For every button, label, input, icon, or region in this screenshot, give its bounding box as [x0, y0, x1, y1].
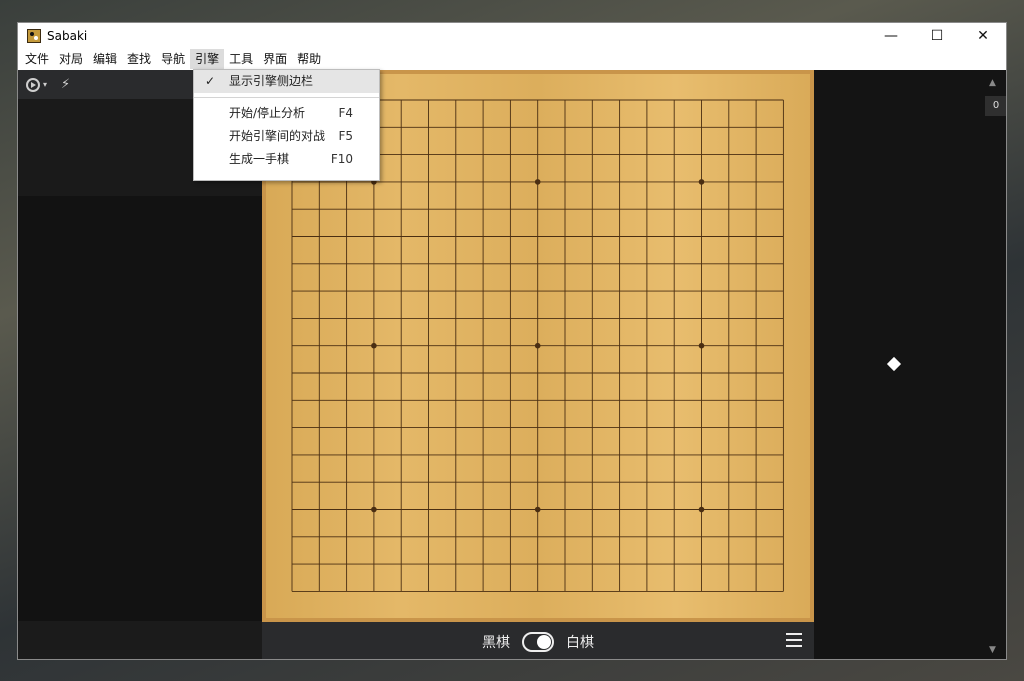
title-bar[interactable]: Sabaki — ☐ ✕	[18, 23, 1006, 49]
star-point	[698, 342, 705, 349]
window-title: Sabaki	[47, 29, 88, 43]
menu-navigation[interactable]: 导航	[156, 49, 190, 69]
star-point	[371, 506, 377, 513]
menu-file[interactable]: 文件	[20, 49, 54, 69]
hamburger-menu-icon[interactable]	[786, 633, 802, 647]
player-toggle-switch[interactable]	[522, 631, 554, 652]
current-node-diamond-icon[interactable]	[886, 356, 902, 372]
menu-item-shortcut: F5	[338, 129, 353, 143]
menu-find[interactable]: 查找	[122, 49, 156, 69]
scroll-up-icon[interactable]: ▲	[989, 78, 996, 88]
menu-edit[interactable]: 编辑	[88, 49, 122, 69]
menu-item-show-engine-sidebar[interactable]: ✓ 显示引擎侧边栏	[194, 70, 379, 93]
star-point	[534, 342, 541, 349]
app-window: Sabaki — ☐ ✕ 文件 对局 编辑 查找 导航 引擎 工具 界面 帮助 …	[17, 22, 1007, 660]
white-player-label: 白棋	[566, 634, 594, 651]
star-point	[698, 179, 705, 185]
game-graph-panel: ▲ 0 ▼	[814, 70, 1006, 659]
menu-item-engine-vs-engine[interactable]: 开始引擎间的对战 F5	[194, 125, 379, 148]
lightning-icon[interactable]: ⚡	[61, 77, 70, 92]
menu-item-label: 开始/停止分析	[229, 106, 306, 120]
chevron-down-icon[interactable]: ▾	[43, 80, 47, 89]
black-player-label: 黑棋	[482, 634, 510, 651]
menu-item-label: 开始引擎间的对战	[229, 129, 326, 143]
star-point	[534, 179, 541, 185]
star-point	[698, 506, 705, 513]
engines-dropdown-menu: ✓ 显示引擎侧边栏 开始/停止分析 F4 开始引擎间的对战 F5 生成一手棋 F…	[193, 69, 380, 181]
menu-tools[interactable]: 工具	[224, 49, 258, 69]
move-number-badge: 0	[985, 96, 1006, 116]
window-controls: — ☐ ✕	[868, 23, 1006, 49]
menu-view[interactable]: 界面	[258, 49, 292, 69]
menu-help[interactable]: 帮助	[292, 49, 326, 69]
scroll-down-icon[interactable]: ▼	[989, 645, 996, 655]
play-circle-icon[interactable]	[26, 77, 40, 92]
star-point	[371, 342, 377, 349]
menu-item-toggle-analysis[interactable]: 开始/停止分析 F4	[194, 102, 379, 125]
minimize-button[interactable]: —	[868, 23, 914, 49]
close-button[interactable]: ✕	[960, 23, 1006, 49]
menu-game[interactable]: 对局	[54, 49, 88, 69]
engine-console-input[interactable]	[18, 621, 262, 659]
maximize-button[interactable]: ☐	[914, 23, 960, 49]
checkmark-icon: ✓	[205, 74, 216, 88]
sabaki-logo-icon	[27, 29, 41, 43]
menu-bar: 文件 对局 编辑 查找 导航 引擎 工具 界面 帮助	[18, 49, 1006, 69]
menu-item-shortcut: F10	[330, 152, 353, 166]
player-bar: 黑棋 白棋	[262, 622, 814, 659]
menu-engines[interactable]: 引擎	[190, 49, 225, 69]
star-point	[534, 506, 541, 513]
menu-item-label: 显示引擎侧边栏	[229, 74, 314, 88]
menu-item-generate-move[interactable]: 生成一手棋 F10	[194, 148, 379, 171]
menu-item-label: 生成一手棋	[229, 152, 290, 166]
main-content: ▾ ⚡ 黑棋 白棋 ▲ 0 ▼	[18, 70, 1006, 659]
menu-item-shortcut: F4	[338, 106, 353, 120]
menu-separator	[194, 97, 379, 98]
